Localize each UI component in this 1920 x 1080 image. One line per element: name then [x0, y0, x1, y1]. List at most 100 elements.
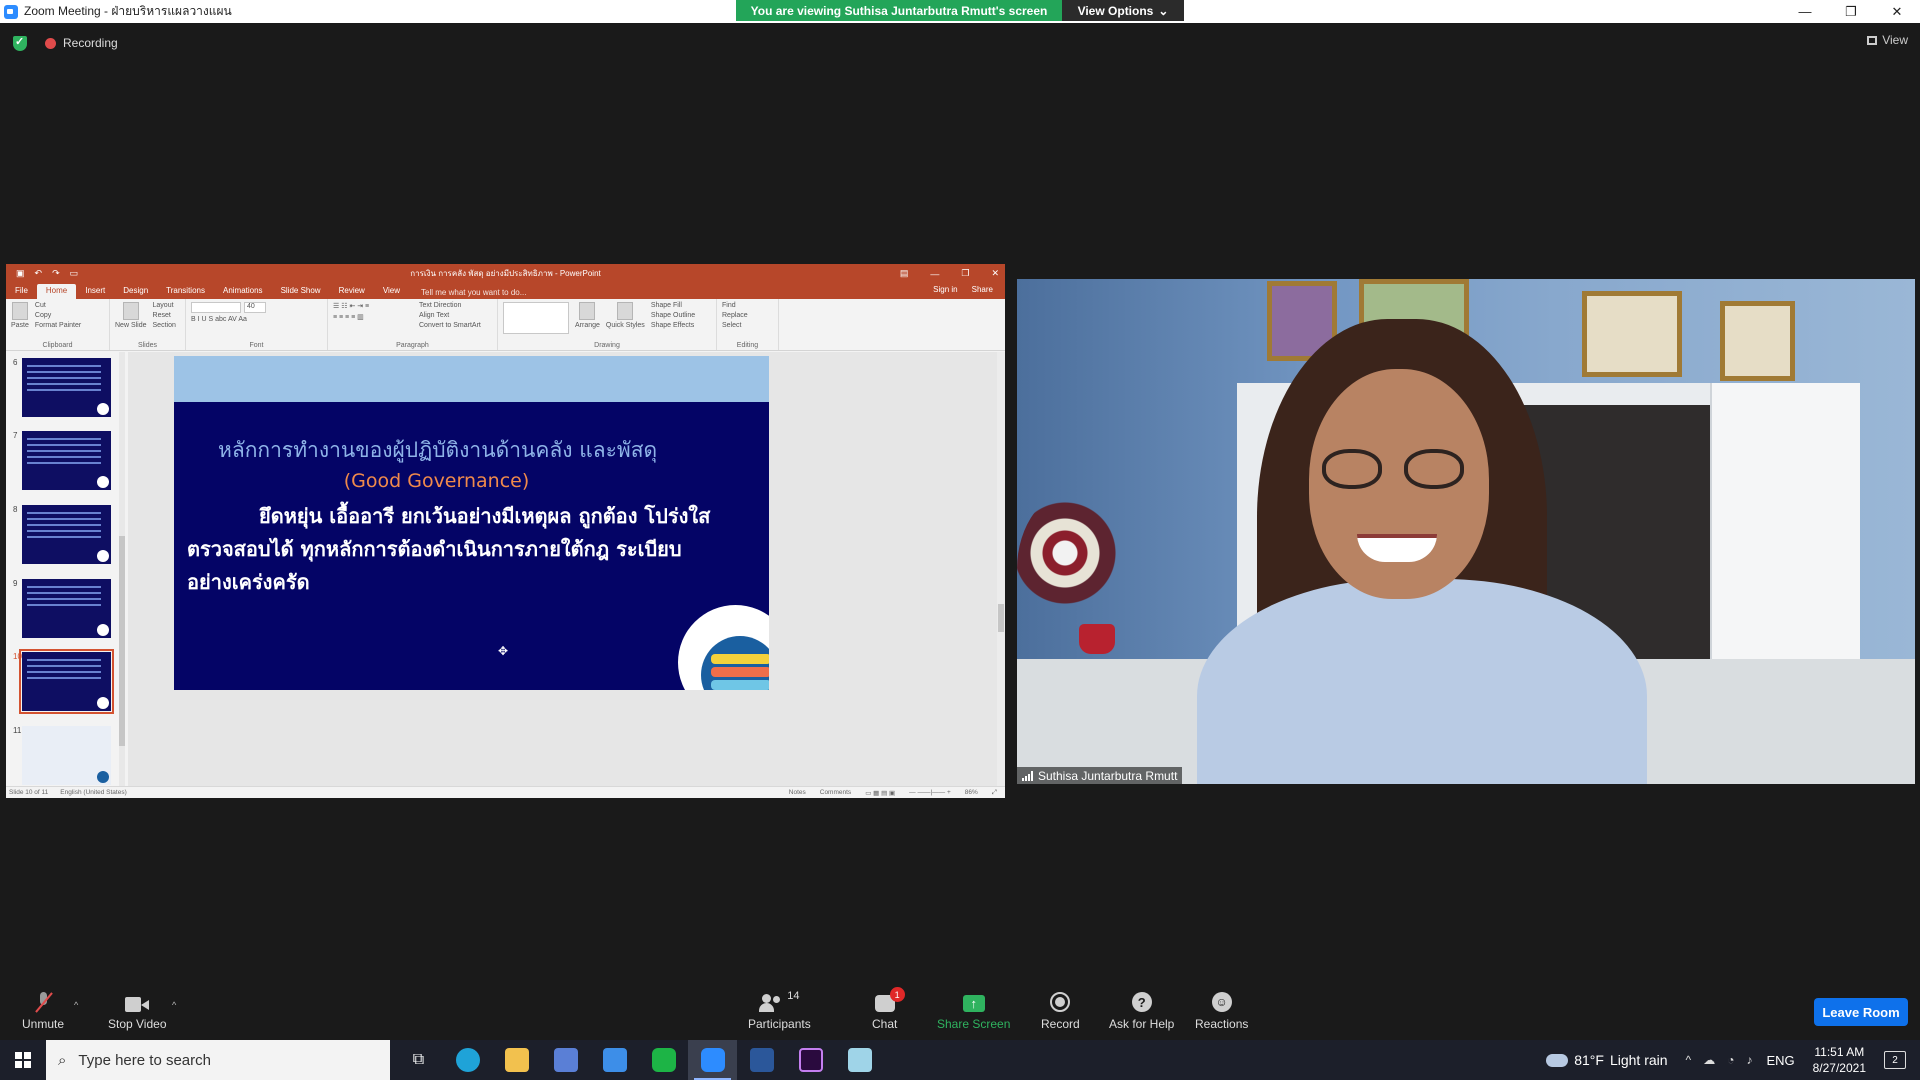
notification-center-icon[interactable]: 2 [1884, 1051, 1906, 1069]
copy-button[interactable]: Copy [35, 312, 81, 319]
participants-button[interactable]: 14 Participants [748, 990, 811, 1031]
ask-for-help-button[interactable]: ? Ask for Help [1109, 990, 1174, 1031]
slide-body-text[interactable]: ยึดหยุ่น เอื้ออารี ยกเว้นอย่างมีเหตุผล ถ… [187, 500, 729, 599]
language-indicator[interactable]: English (United States) [60, 789, 126, 796]
start-button[interactable] [0, 1040, 46, 1080]
recording-label[interactable]: Recording [63, 36, 118, 50]
notes-button[interactable]: Notes [789, 789, 806, 797]
font-format-icons[interactable]: B I U S abc AV Aa [191, 316, 266, 323]
zoom-level[interactable]: 86% [965, 789, 978, 797]
weather-widget[interactable]: 81°F Light rain [1546, 1052, 1668, 1068]
taskbar-word[interactable] [737, 1040, 786, 1080]
align-icons[interactable]: ≡ ≡ ≡ ≡ ▥ [333, 313, 413, 321]
tab-animations[interactable]: Animations [214, 284, 272, 299]
view-mode-icons[interactable]: ▭ ▦ ▤ ▣ [865, 789, 895, 797]
shape-effects-button[interactable]: Shape Effects [651, 322, 695, 329]
taskbar-notes[interactable] [835, 1040, 884, 1080]
restore-button[interactable]: ❐ [1828, 0, 1874, 23]
tab-review[interactable]: Review [330, 284, 374, 299]
share-button[interactable]: Share [972, 285, 993, 294]
taskbar-edge[interactable] [443, 1040, 492, 1080]
video-options-caret-icon[interactable]: ^ [172, 1000, 176, 1010]
audio-options-caret-icon[interactable]: ^ [74, 1000, 78, 1010]
slide-thumbnail[interactable] [22, 431, 111, 490]
canvas-scrollbar[interactable] [997, 352, 1005, 786]
tab-design[interactable]: Design [114, 284, 157, 299]
encryption-shield-icon[interactable] [13, 35, 27, 51]
view-options-button[interactable]: View Options ⌄ [1062, 0, 1184, 21]
current-slide[interactable]: หลักการทำงานของผู้ปฏิบัติงานด้านคลัง และ… [174, 356, 769, 690]
show-hidden-icons-icon[interactable]: ^ [1686, 1053, 1692, 1067]
stop-video-button[interactable]: Stop Video [108, 990, 167, 1031]
leave-room-button[interactable]: Leave Room [1814, 998, 1908, 1026]
taskbar-zoom[interactable] [688, 1040, 737, 1080]
tab-file[interactable]: File [6, 284, 37, 299]
ppt-minimize-icon[interactable]: — [930, 269, 939, 279]
ppt-close-icon[interactable]: ✕ [991, 268, 999, 279]
find-button[interactable]: Find [722, 302, 748, 309]
ppt-document-title: การเงิน การคลัง พัสดุ อย่างมีประสิทธิภาพ… [410, 269, 601, 278]
convert-smartart-button[interactable]: Convert to SmartArt [419, 322, 481, 329]
thumbnail-scrollbar[interactable] [119, 352, 125, 786]
participant-name-tag: Suthisa Juntarbutra Rmutt [1017, 767, 1183, 784]
shape-outline-button[interactable]: Shape Outline [651, 312, 695, 319]
participant-video-tile[interactable]: Suthisa Juntarbutra Rmutt [1017, 279, 1915, 784]
font-size-select[interactable]: 40 [244, 302, 266, 313]
tab-view[interactable]: View [374, 284, 409, 299]
minimize-button[interactable]: — [1782, 0, 1828, 23]
slide-heading[interactable]: หลักการทำงานของผู้ปฏิบัติงานด้านคลัง และ… [174, 434, 769, 467]
input-language[interactable]: ENG [1766, 1053, 1794, 1068]
slide-thumbnail-active[interactable] [19, 649, 114, 714]
view-layout-button[interactable]: View [1867, 33, 1908, 47]
slide-thumbnail[interactable] [22, 505, 111, 564]
slide-thumbnail[interactable] [22, 726, 111, 785]
tell-me-search[interactable]: Tell me what you want to do... [417, 286, 530, 299]
shape-fill-button[interactable]: Shape Fill [651, 302, 695, 309]
tab-slide-show[interactable]: Slide Show [272, 284, 330, 299]
font-family-select[interactable] [191, 302, 241, 313]
section-button[interactable]: Section [153, 322, 176, 329]
ppt-restore-icon[interactable]: ❐ [961, 268, 969, 279]
align-text-button[interactable]: Align Text [419, 312, 481, 319]
tab-insert[interactable]: Insert [76, 284, 114, 299]
taskbar-mail[interactable] [590, 1040, 639, 1080]
comments-button[interactable]: Comments [820, 789, 851, 797]
format-painter-button[interactable]: Format Painter [35, 322, 81, 329]
zoom-slider[interactable]: — ——|—— + [909, 789, 951, 797]
slide-thumbnail[interactable] [22, 579, 111, 638]
volume-icon[interactable]: ♪ [1746, 1053, 1752, 1067]
thumbnail-scroll-thumb[interactable] [119, 536, 125, 746]
close-button[interactable]: ✕ [1874, 0, 1920, 23]
wifi-icon[interactable]: ◔ [1727, 1053, 1734, 1067]
cabinet-door [1710, 383, 1860, 683]
onedrive-icon[interactable]: ☁ [1703, 1053, 1715, 1067]
taskbar-search-box[interactable]: ⌕ Type here to search [46, 1040, 390, 1080]
taskbar-file-explorer[interactable] [492, 1040, 541, 1080]
tab-transitions[interactable]: Transitions [157, 284, 214, 299]
chat-button[interactable]: 1 Chat [872, 987, 905, 1031]
layout-button[interactable]: Layout [153, 302, 176, 309]
taskbar-premiere[interactable] [786, 1040, 835, 1080]
reset-button[interactable]: Reset [153, 312, 176, 319]
task-view-button[interactable]: ⧉ [394, 1040, 443, 1080]
shapes-gallery[interactable] [503, 302, 569, 334]
taskbar-clock[interactable]: 11:51 AM 8/27/2021 [1813, 1044, 1866, 1076]
taskbar-store[interactable] [541, 1040, 590, 1080]
unmute-button[interactable]: Unmute [22, 990, 64, 1031]
text-direction-button[interactable]: Text Direction [419, 302, 481, 309]
reactions-button[interactable]: ☺ Reactions [1195, 990, 1248, 1031]
taskbar-line[interactable] [639, 1040, 688, 1080]
slide-subheading[interactable]: (Good Governance) [174, 470, 769, 492]
canvas-scroll-thumb[interactable] [998, 604, 1004, 632]
fit-to-window-icon[interactable]: ⤢ [992, 789, 997, 797]
tab-home[interactable]: Home [36, 284, 77, 299]
cut-button[interactable]: Cut [35, 302, 81, 309]
ribbon-display-icon[interactable]: ▤ [900, 268, 909, 279]
bullets-icon[interactable]: ☰ ☷ ⇤ ⇥ ≡ [333, 302, 413, 310]
share-screen-button[interactable]: ↑ Share Screen [937, 990, 1010, 1031]
replace-button[interactable]: Replace [722, 312, 748, 319]
select-button[interactable]: Select [722, 322, 748, 329]
sign-in-link[interactable]: Sign in [933, 285, 957, 294]
slide-thumbnail[interactable] [22, 358, 111, 417]
record-button[interactable]: Record [1041, 990, 1080, 1031]
